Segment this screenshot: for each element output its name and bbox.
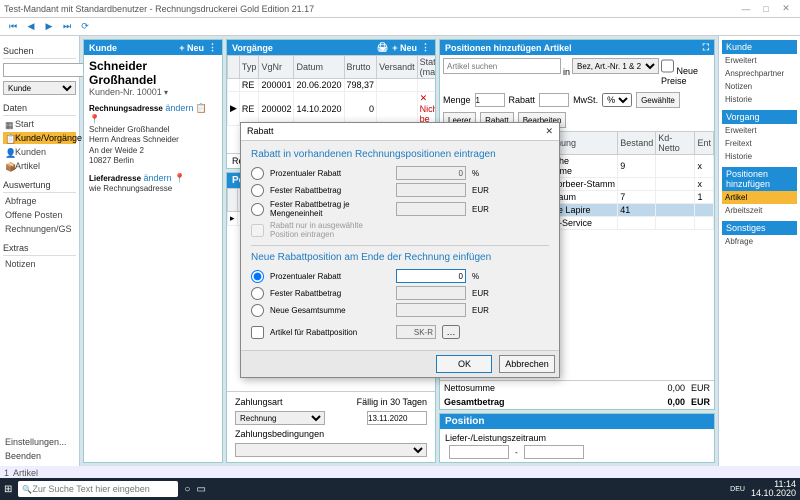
radio-festje[interactable] [251, 203, 264, 216]
taskbar[interactable]: ⊞ 🔍 Zur Suche Text hier eingeben ○ ▭ DEU… [0, 478, 800, 500]
clock[interactable]: 11:1414.10.2020 [751, 480, 796, 498]
prozent2-input[interactable] [396, 269, 466, 283]
dialog-section2: Neue Rabattposition am Ende der Rechnung… [251, 252, 549, 263]
nur-ausgewahlte-check[interactable] [251, 224, 264, 237]
artikel-rabatt-check[interactable] [251, 326, 264, 339]
start-icon[interactable]: ⊞ [4, 484, 12, 495]
dialog-close-icon[interactable]: ✕ [545, 126, 553, 137]
taskbar-search[interactable]: 🔍 Zur Suche Text hier eingeben [18, 481, 178, 497]
festje-input[interactable] [396, 202, 466, 216]
dialog-title: Rabatt [247, 126, 274, 137]
fest2-input[interactable] [396, 286, 466, 300]
taskview-icon[interactable]: ▭ [196, 484, 205, 495]
neue-gesamt-input[interactable] [396, 303, 466, 317]
radio-prozent2[interactable] [251, 270, 264, 283]
cancel-button[interactable]: Abbrechen [499, 355, 555, 373]
artikel-rabatt-input[interactable] [396, 325, 436, 339]
artikel-browse-button[interactable]: … [442, 325, 460, 339]
fest1-input[interactable] [396, 183, 466, 197]
prozent1-input[interactable] [396, 166, 466, 180]
radio-fest1[interactable] [251, 184, 264, 197]
cortana-icon[interactable]: ○ [184, 484, 190, 495]
radio-prozent1[interactable] [251, 167, 264, 180]
ok-button[interactable]: OK [436, 355, 492, 373]
radio-neue-gesamt[interactable] [251, 304, 264, 317]
radio-fest2[interactable] [251, 287, 264, 300]
dialog-section1: Rabatt in vorhandenen Rechnungspositione… [251, 149, 549, 160]
rabatt-dialog: Rabatt ✕ Rabatt in vorhandenen Rechnungsp… [240, 122, 560, 378]
